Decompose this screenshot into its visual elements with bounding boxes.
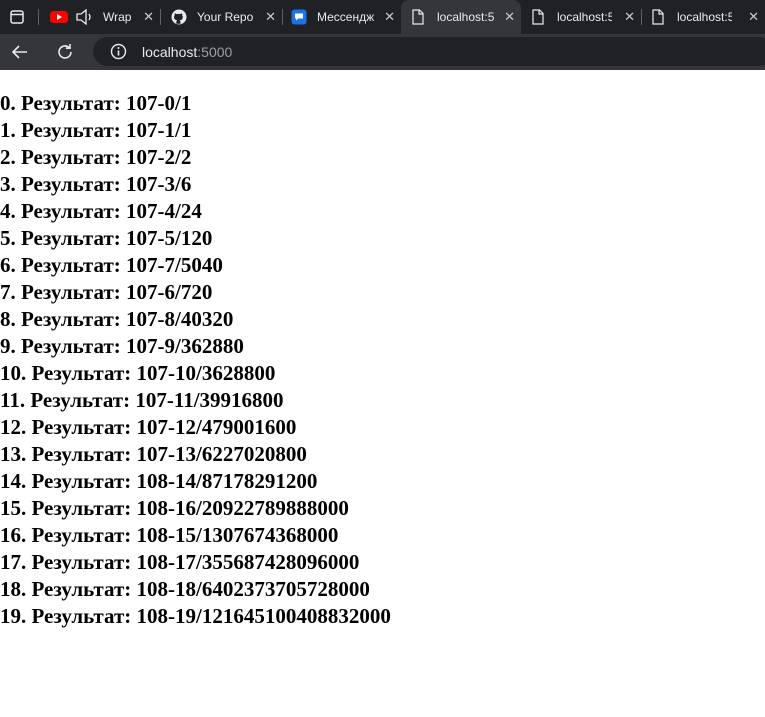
close-tab-icon[interactable]: ✕ <box>143 9 154 25</box>
url-host: localhost <box>142 44 198 60</box>
tab-localhost-active[interactable]: localhost:5 ✕ <box>401 0 521 34</box>
result-line: 7. Результат: 107-6/720 <box>0 280 213 304</box>
close-tab-icon[interactable]: ✕ <box>384 9 395 25</box>
result-line: 18. Результат: 108-18/6402373705728000 <box>0 577 370 601</box>
result-line: 16. Результат: 108-15/1307674368000 <box>0 523 339 547</box>
url-port: :5000 <box>197 44 233 60</box>
tab-title: localhost:5 <box>677 10 732 24</box>
tab-separator <box>38 9 39 25</box>
speaker-icon[interactable] <box>76 8 94 28</box>
close-tab-icon[interactable]: ✕ <box>504 9 515 25</box>
result-line: 6. Результат: 107-7/5040 <box>0 253 223 277</box>
page-icon <box>412 9 424 28</box>
browser-toolbar: localhost:5000 <box>0 34 765 70</box>
result-line: 0. Результат: 107-0/1 <box>0 91 192 115</box>
reload-icon[interactable] <box>55 42 75 67</box>
tab-title: Your Repo <box>197 10 253 24</box>
url-text[interactable]: localhost:5000 <box>142 44 232 60</box>
close-tab-icon[interactable]: ✕ <box>265 9 276 25</box>
page-icon <box>652 9 664 28</box>
tab-messenger[interactable]: Мессендж ✕ <box>284 0 401 34</box>
info-icon[interactable] <box>110 43 127 65</box>
tab-title: localhost:5 <box>557 10 612 24</box>
tab-localhost[interactable]: localhost:5 ✕ <box>521 0 641 34</box>
tab-separator <box>641 9 642 25</box>
result-line: 14. Результат: 108-14/87178291200 <box>0 469 318 493</box>
close-tab-icon[interactable]: ✕ <box>748 9 759 25</box>
tab-title: localhost:5 <box>437 10 494 24</box>
tab-separator <box>282 9 283 25</box>
result-line: 5. Результат: 107-5/120 <box>0 226 213 250</box>
tab-title: Мессендж <box>317 10 374 24</box>
result-line: 1. Результат: 107-1/1 <box>0 118 192 142</box>
tab-title: Wrap <box>103 10 132 24</box>
close-tab-icon[interactable]: ✕ <box>624 9 635 25</box>
tab-strip: Wrap ✕ Your Repo ✕ Мессендж ✕ localhost:… <box>0 0 765 34</box>
result-line: 2. Результат: 107-2/2 <box>0 145 192 169</box>
page-content: 0. Результат: 107-0/1 1. Результат: 107-… <box>0 90 765 630</box>
back-icon[interactable] <box>10 42 30 67</box>
tab-actions-icon[interactable] <box>10 10 24 29</box>
result-line: 13. Результат: 107-13/6227020800 <box>0 442 307 466</box>
result-line: 3. Результат: 107-3/6 <box>0 172 192 196</box>
address-bar[interactable]: localhost:5000 <box>93 37 765 66</box>
result-line: 17. Результат: 108-17/355687428096000 <box>0 550 360 574</box>
tab-github[interactable]: Your Repo ✕ <box>162 0 282 34</box>
result-line: 12. Результат: 107-12/479001600 <box>0 415 297 439</box>
result-line: 8. Результат: 107-8/40320 <box>0 307 234 331</box>
youtube-icon <box>50 10 68 27</box>
result-line: 11. Результат: 107-11/39916800 <box>0 388 284 412</box>
result-line: 9. Результат: 107-9/362880 <box>0 334 244 358</box>
page-icon <box>532 9 544 28</box>
result-line: 10. Результат: 107-10/3628800 <box>0 361 276 385</box>
tab-wrap[interactable]: Wrap ✕ <box>44 0 160 34</box>
result-line: 15. Результат: 108-16/20922789888000 <box>0 496 349 520</box>
tab-localhost[interactable]: localhost:5 ✕ <box>643 0 765 34</box>
tab-separator <box>160 9 161 25</box>
result-line: 4. Результат: 107-4/24 <box>0 199 202 223</box>
github-icon <box>171 9 187 28</box>
result-line: 19. Результат: 108-19/121645100408832000 <box>0 604 391 628</box>
messenger-icon <box>291 9 307 28</box>
